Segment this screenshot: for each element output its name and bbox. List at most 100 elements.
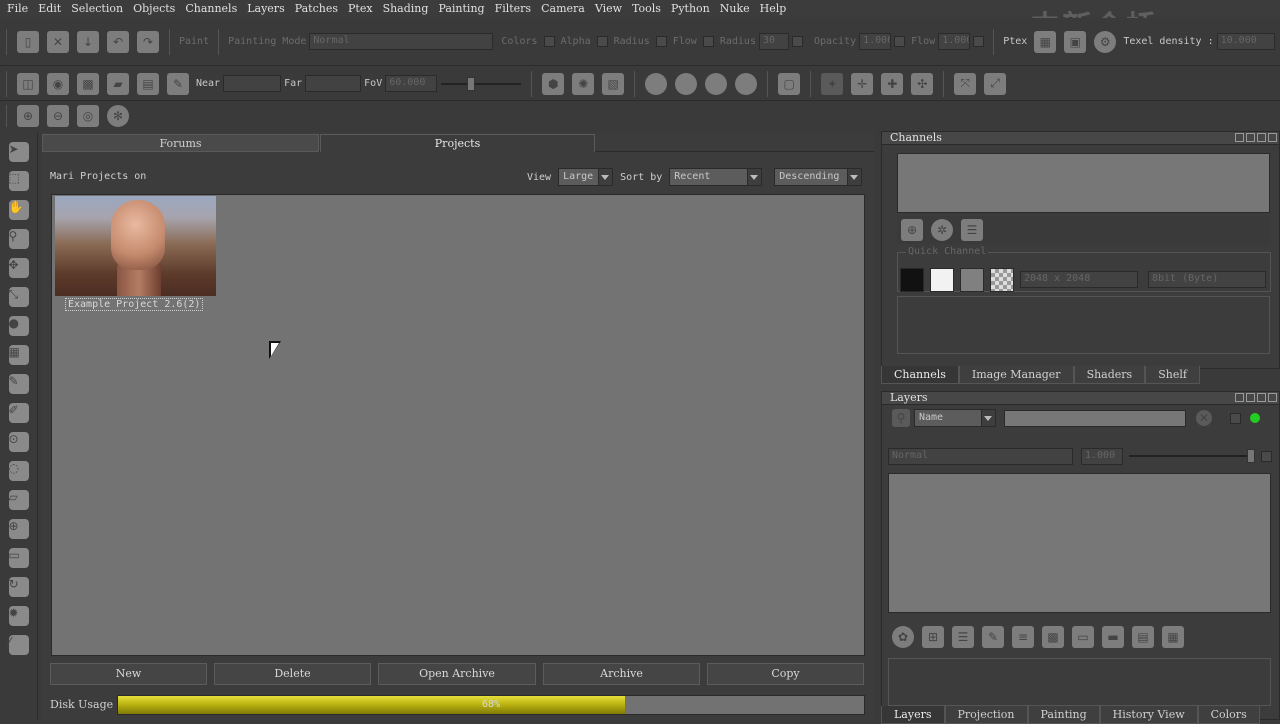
transform-reset-icon[interactable]: ⤢ xyxy=(984,72,1007,95)
channel-size-select[interactable]: 2048 x 2048 xyxy=(1020,271,1138,288)
menu-shading[interactable]: Shading xyxy=(378,2,434,15)
object-visibility-icon[interactable]: ◎ xyxy=(77,105,99,127)
menu-channels[interactable]: Channels xyxy=(180,2,242,15)
layer-mask-icon[interactable]: ▬ xyxy=(1102,626,1124,648)
colors-checkbox[interactable] xyxy=(543,36,555,47)
grid-view-icon[interactable]: ▩ xyxy=(77,72,99,95)
drop-icon[interactable]: ● xyxy=(8,316,29,336)
float-icon[interactable] xyxy=(1257,133,1266,142)
flow-field[interactable]: 1.000 xyxy=(938,33,971,50)
close-file-icon[interactable]: ✕ xyxy=(47,30,69,53)
select-region-icon[interactable]: ⬚ xyxy=(8,171,29,191)
translate-all-icon[interactable]: ✣ xyxy=(911,72,934,95)
layer-stack-icon[interactable]: ☰ xyxy=(952,626,974,648)
float-icon[interactable] xyxy=(1257,393,1266,402)
menu-patches[interactable]: Patches xyxy=(290,2,343,15)
far-field[interactable] xyxy=(305,75,362,92)
near-field[interactable] xyxy=(223,75,282,92)
menu-filters[interactable]: Filters xyxy=(490,2,537,15)
adjustment-layer-icon[interactable]: ≡ xyxy=(1012,626,1034,648)
layer-paint-icon[interactable]: ✎ xyxy=(982,626,1004,648)
texel-density-field[interactable]: 10.000 xyxy=(1216,33,1275,50)
refresh-icon[interactable] xyxy=(1235,133,1244,142)
swatch-gray[interactable] xyxy=(960,268,984,292)
hand-pan-icon[interactable]: ✋ xyxy=(8,200,29,220)
add-layer-icon[interactable]: ⊞ xyxy=(922,626,944,648)
tab-shaders[interactable]: Shaders xyxy=(1073,366,1146,384)
eyedropper-icon[interactable]: ⁄ xyxy=(8,635,29,655)
layer-group-icon[interactable]: ▭ xyxy=(1072,626,1094,648)
move-icon[interactable]: ✦ xyxy=(821,72,844,95)
tab-layers[interactable]: Layers xyxy=(881,706,945,724)
uv-view-icon[interactable]: ▤ xyxy=(137,72,159,95)
collapse-icon[interactable] xyxy=(1246,393,1255,402)
new-button[interactable]: New xyxy=(50,663,207,685)
order-select[interactable]: Descending xyxy=(774,168,863,186)
sphere-shaded-icon[interactable] xyxy=(705,72,728,95)
layers-search-input[interactable] xyxy=(1004,409,1186,427)
swatch-black[interactable] xyxy=(900,268,924,292)
opacity-lock[interactable] xyxy=(894,36,906,47)
clear-search-icon[interactable]: ✕ xyxy=(1196,410,1212,426)
layer-grid-icon[interactable]: ▦ xyxy=(1162,626,1184,648)
cube-view-icon[interactable]: ◫ xyxy=(17,72,39,95)
project-thumbnail[interactable] xyxy=(55,196,216,296)
rotate-icon[interactable]: ↻ xyxy=(8,577,29,597)
menu-help[interactable]: Help xyxy=(755,2,792,15)
channel-settings-icon[interactable]: ✲ xyxy=(931,219,953,241)
pin-icon[interactable]: ✐ xyxy=(8,403,29,423)
layer-remove-icon[interactable]: ▤ xyxy=(1132,626,1154,648)
front-view-icon[interactable]: ▰ xyxy=(107,72,129,95)
alpha-checkbox[interactable] xyxy=(596,36,608,47)
save-icon[interactable]: ↓ xyxy=(77,30,99,53)
procedural-layer-icon[interactable]: ▩ xyxy=(1042,626,1064,648)
ptex-settings-icon[interactable]: ⚙ xyxy=(1094,30,1117,53)
undo-icon[interactable]: ↶ xyxy=(107,30,129,53)
grid-paint-icon[interactable]: ▦ xyxy=(8,345,29,365)
tab-history-view[interactable]: History View xyxy=(1099,706,1198,724)
eraser-icon[interactable]: ▱ xyxy=(8,490,29,510)
menu-tools[interactable]: Tools xyxy=(627,2,666,15)
toolbar-handle[interactable] xyxy=(6,70,7,97)
sphere-lit-icon[interactable] xyxy=(675,72,698,95)
radius-checkbox[interactable] xyxy=(655,36,667,47)
menu-python[interactable]: Python xyxy=(666,2,715,15)
fov-slider-handle[interactable] xyxy=(467,76,476,91)
wireframe-icon[interactable]: ✺ xyxy=(572,72,595,95)
object-add-icon[interactable]: ⊕ xyxy=(17,105,39,127)
sphere-full-icon[interactable] xyxy=(735,72,758,95)
refresh-icon[interactable] xyxy=(1235,393,1244,402)
toolbar-handle[interactable] xyxy=(6,105,7,127)
filter-toggle[interactable] xyxy=(1230,412,1241,424)
paint-view-icon[interactable]: ✎ xyxy=(167,72,189,95)
ptex-resize-icon[interactable]: ▣ xyxy=(1064,30,1087,53)
close-icon[interactable] xyxy=(1268,133,1277,142)
tab-projection[interactable]: Projection xyxy=(944,706,1028,724)
blur-icon[interactable]: ◌ xyxy=(8,461,29,481)
texture-icon[interactable]: ▧ xyxy=(602,72,625,95)
layer-menu-arrow[interactable] xyxy=(1261,450,1272,462)
menu-nuke[interactable]: Nuke xyxy=(715,2,755,15)
radius-field[interactable]: 30 xyxy=(758,33,789,50)
brush-icon[interactable]: ✎ xyxy=(8,374,29,394)
menu-camera[interactable]: Camera xyxy=(536,2,590,15)
clone-icon[interactable]: ⊙ xyxy=(8,432,29,452)
transform-tool-icon[interactable]: ⤡ xyxy=(8,287,29,307)
object-remove-icon[interactable]: ⊖ xyxy=(47,105,69,127)
archive-button[interactable]: Archive xyxy=(543,663,700,685)
menu-ptex[interactable]: Ptex xyxy=(343,2,378,15)
swatch-white[interactable] xyxy=(930,268,954,292)
sort-select[interactable]: Recent xyxy=(669,168,763,186)
open-archive-button[interactable]: Open Archive xyxy=(378,663,536,685)
sphere-flat-icon[interactable] xyxy=(645,72,668,95)
tab-colors[interactable]: Colors xyxy=(1197,706,1260,724)
flow-checkbox[interactable] xyxy=(702,36,714,47)
collapse-icon[interactable] xyxy=(1246,133,1255,142)
close-icon[interactable] xyxy=(1268,393,1277,402)
opacity-field[interactable]: 1.000 xyxy=(859,33,892,50)
menu-objects[interactable]: Objects xyxy=(128,2,180,15)
tab-projects[interactable]: Projects xyxy=(320,134,595,152)
menu-layers[interactable]: Layers xyxy=(242,2,290,15)
radius-lock[interactable] xyxy=(791,36,803,47)
layer-palette-icon[interactable]: ✿ xyxy=(892,626,914,648)
